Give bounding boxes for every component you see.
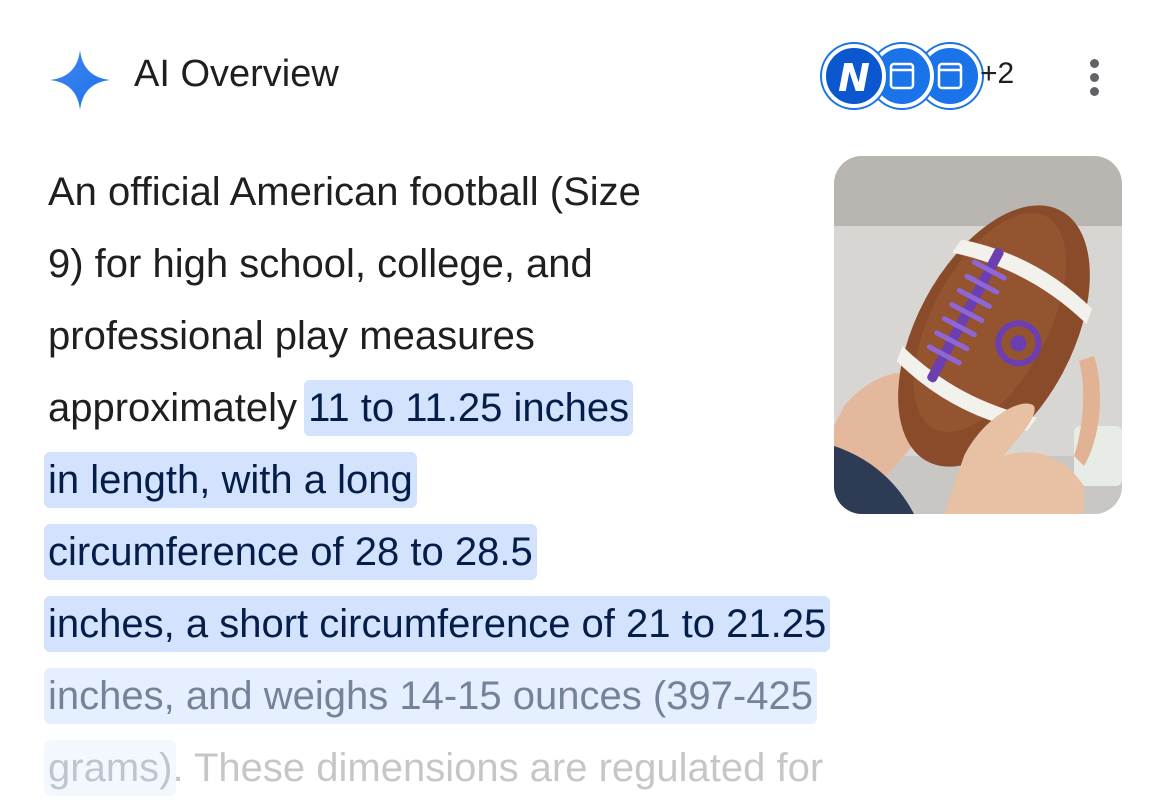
gemini-sparkle-icon xyxy=(50,50,110,110)
sources-stack[interactable]: N +2 xyxy=(822,44,1038,108)
text-line: circumference of 28 to 28.5 xyxy=(44,516,1028,588)
text-line: inches, a short circumference of 21 to 2… xyxy=(44,588,1028,660)
more-options-icon[interactable] xyxy=(1078,56,1110,104)
news-n-icon[interactable]: N xyxy=(822,44,886,108)
text-line: grams). These dimensions are regulated f… xyxy=(44,732,1028,804)
highlighted-answer[interactable]: 11 to 11.25 inches xyxy=(304,380,634,436)
text-segment: professional play measures xyxy=(48,314,535,358)
highlighted-answer[interactable]: inches, and weighs 14-15 ounces (397-425 xyxy=(44,668,817,724)
text-segment: An official American football (Size xyxy=(48,170,641,214)
text-segment: 9) for high school, college, and xyxy=(48,242,593,286)
text-segment: . These dimensions are regulated for xyxy=(172,746,824,790)
highlighted-answer[interactable]: in length, with a long xyxy=(44,452,417,508)
highlighted-answer[interactable]: grams) xyxy=(44,740,177,796)
football-thumbnail[interactable] xyxy=(834,156,1122,514)
text-line: inches, and weighs 14-15 ounces (397-425 xyxy=(44,660,1028,732)
text-segment: approximately xyxy=(48,386,309,430)
highlighted-answer[interactable]: inches, a short circumference of 21 to 2… xyxy=(44,596,831,652)
more-sources-count[interactable]: +2 xyxy=(980,54,1014,94)
highlighted-answer[interactable]: circumference of 28 to 28.5 xyxy=(44,524,537,580)
ai-overview-header: AI Overview N +2 xyxy=(0,0,1170,150)
overview-title: AI Overview xyxy=(134,53,339,95)
football-photo xyxy=(834,156,1122,514)
